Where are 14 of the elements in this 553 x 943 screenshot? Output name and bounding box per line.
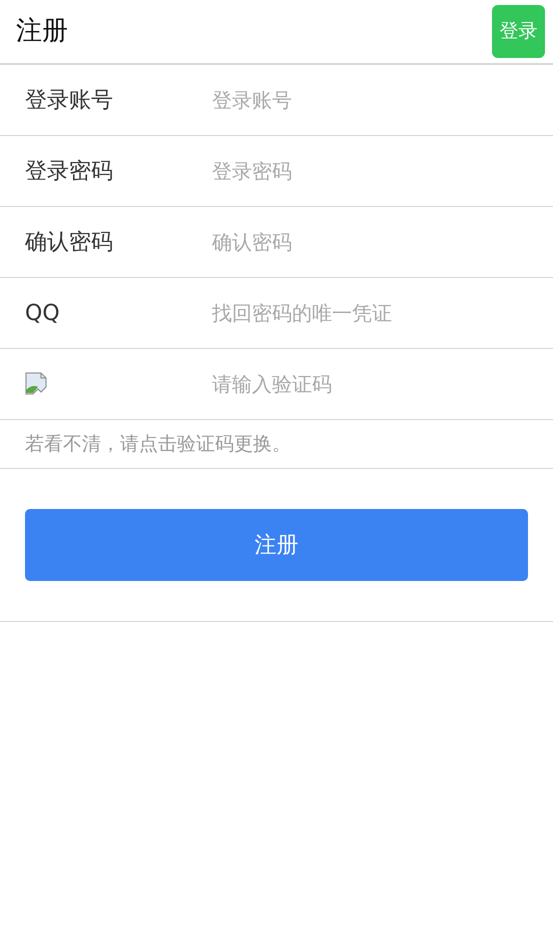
field-label: 确认密码 — [25, 230, 113, 254]
field-label: QQ — [25, 300, 60, 326]
register-button[interactable]: 注册 — [25, 509, 528, 581]
page-title: 注册 — [16, 15, 68, 48]
input-field[interactable]: 登录账号 — [210, 84, 553, 116]
hint-text: 若看不清，请点击验证码更换。 — [25, 432, 291, 457]
input-field[interactable]: 确认密码 — [210, 226, 553, 258]
broken-image-icon[interactable] — [25, 372, 49, 396]
login-button[interactable]: 登录 — [492, 5, 545, 58]
input-field[interactable]: 请输入验证码 — [210, 368, 553, 400]
field-label: 登录密码 — [25, 158, 113, 184]
input-field[interactable]: 找回密码的唯一凭证 — [210, 297, 553, 329]
input-field[interactable]: 登录密码 — [210, 155, 553, 187]
field-label: 登录账号 — [25, 88, 113, 112]
